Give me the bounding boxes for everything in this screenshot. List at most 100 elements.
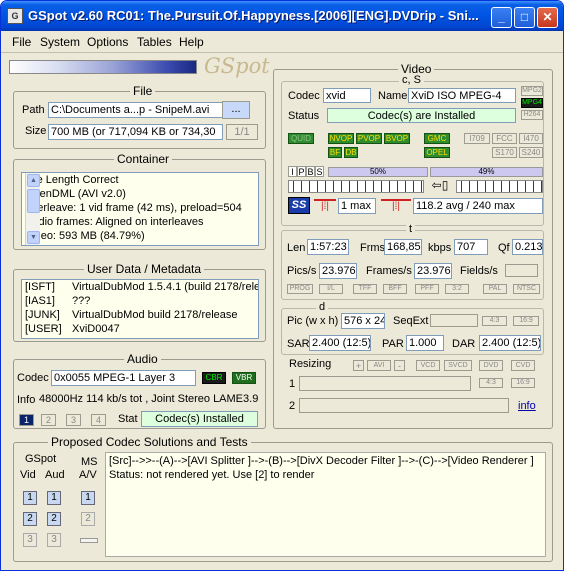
gspot-aud-2-button[interactable]: 2 bbox=[47, 512, 61, 526]
mpg4-button[interactable]: MPG4 bbox=[521, 98, 543, 108]
ms-av-1-button[interactable]: 1 bbox=[81, 491, 95, 505]
timing-subgroup-title: t bbox=[406, 223, 416, 235]
frame-type-s[interactable]: S bbox=[315, 166, 324, 177]
i470-button[interactable]: I470 bbox=[519, 133, 543, 144]
codec-subgroup: c, S Codec xvid Name XviD ISO MPEG-4 MPG… bbox=[281, 74, 544, 226]
gspot-aud-3-button[interactable]: 3 bbox=[47, 533, 61, 547]
frame-type-b[interactable]: B bbox=[306, 166, 315, 177]
userdata-value: XviD0047 bbox=[72, 323, 120, 335]
ar-169-button[interactable]: 16:9 bbox=[513, 316, 539, 326]
page-indicator: 1/1 bbox=[226, 124, 258, 140]
opel-button[interactable]: OPEL bbox=[424, 147, 450, 158]
scroll-arrow-icon[interactable]: ⇦▯ bbox=[426, 179, 454, 193]
pal-flag[interactable]: PAL bbox=[483, 284, 507, 294]
ntsc-flag[interactable]: NTSC bbox=[513, 284, 540, 294]
minimize-button[interactable]: _ bbox=[491, 7, 512, 28]
fcc-button[interactable]: FCC bbox=[492, 133, 517, 144]
gspot-logo: GSpot bbox=[204, 54, 270, 78]
resize-vcd-button[interactable]: VCD bbox=[416, 360, 440, 371]
audio-stat-field: Codec(s) Installed bbox=[141, 411, 258, 427]
pvop-button[interactable]: PVOP bbox=[356, 133, 382, 144]
gspot-vid-2-button[interactable]: 2 bbox=[23, 512, 37, 526]
il-flag[interactable]: I/L bbox=[319, 284, 343, 294]
file-group-title: File bbox=[130, 84, 156, 98]
vid-label: Vid bbox=[20, 469, 36, 481]
resize-43-button[interactable]: 4:3 bbox=[479, 378, 503, 388]
video-codec-field: xvid bbox=[323, 88, 371, 103]
s170-button[interactable]: S170 bbox=[492, 147, 517, 158]
bitrate-graph-icon[interactable]: SS bbox=[288, 197, 310, 214]
menu-system[interactable]: System bbox=[40, 35, 80, 49]
resize-169-button[interactable]: 16:9 bbox=[511, 378, 535, 388]
container-group-title: Container bbox=[114, 152, 173, 166]
solution-line: Status: not rendered yet. Use [2] to ren… bbox=[109, 469, 315, 481]
gspot-vid-1-button[interactable]: 1 bbox=[23, 491, 37, 505]
bf-button[interactable]: BF bbox=[328, 147, 342, 158]
bff-flag[interactable]: BFF bbox=[383, 284, 407, 294]
scroll-up-arrow-icon[interactable]: ▲ bbox=[27, 174, 40, 187]
container-scrollbar[interactable]: ▲ ▼ bbox=[25, 173, 40, 245]
gspot-vid-3-button[interactable]: 3 bbox=[23, 533, 37, 547]
ms-label: MS bbox=[81, 456, 98, 468]
ar-43-button[interactable]: 4:3 bbox=[482, 316, 507, 326]
video-name-label: Name bbox=[378, 90, 408, 102]
qpel-button[interactable]: QUID bbox=[288, 133, 314, 144]
frame-type-i[interactable]: I bbox=[288, 166, 297, 177]
info-link[interactable]: info bbox=[518, 400, 536, 412]
app-icon[interactable]: G bbox=[7, 8, 23, 24]
i709-button[interactable]: I709 bbox=[464, 133, 490, 144]
s240-button[interactable]: S240 bbox=[519, 147, 543, 158]
mpg2-button[interactable]: MPG2 bbox=[521, 86, 543, 96]
vbr-button[interactable]: VBR bbox=[232, 372, 256, 384]
resize-dvd-button[interactable]: DVD bbox=[479, 360, 503, 371]
frames-field: 23.976 bbox=[414, 263, 452, 279]
gmc-button[interactable]: GMC bbox=[424, 133, 450, 144]
sar-label: SAR bbox=[287, 338, 310, 350]
resize-cvd-button[interactable]: CVD bbox=[511, 360, 535, 371]
audio-tab-2[interactable]: 2 bbox=[41, 414, 56, 426]
scroll-thumb[interactable] bbox=[27, 189, 40, 213]
audio-group: Audio Codec 0x0055 MPEG-1 Layer 3 CBR VB… bbox=[13, 352, 266, 429]
pulldown-flag[interactable]: 3:2 bbox=[445, 284, 469, 294]
frame-type-p[interactable]: P bbox=[297, 166, 306, 177]
bvop-button[interactable]: BVOP bbox=[384, 133, 410, 144]
path-label: Path bbox=[22, 104, 45, 116]
menu-file[interactable]: File bbox=[12, 35, 31, 49]
resize-minus-button[interactable]: - bbox=[394, 360, 405, 371]
close-button[interactable]: ✕ bbox=[537, 7, 558, 28]
pff-flag[interactable]: PFF bbox=[415, 284, 439, 294]
scroll-down-arrow-icon[interactable]: ▼ bbox=[27, 231, 40, 244]
title-bar[interactable]: G GSpot v2.60 RC01: The.Pursuit.Of.Happy… bbox=[1, 1, 563, 31]
browse-button[interactable]: ... bbox=[222, 101, 250, 119]
prog-flag[interactable]: PROG bbox=[287, 284, 313, 294]
resize-plus-button[interactable]: + bbox=[353, 360, 364, 371]
menu-help[interactable]: Help bbox=[179, 35, 204, 49]
codec-solutions-output[interactable]: [Src]-->>--(A)-->[AVI Splitter ]-->-(B)-… bbox=[105, 452, 546, 557]
fields-label: Fields/s bbox=[460, 265, 498, 277]
audio-tab-4[interactable]: 4 bbox=[91, 414, 106, 426]
cbr-button[interactable]: CBR bbox=[202, 372, 226, 384]
dimensions-subgroup-title: d bbox=[316, 301, 329, 313]
tff-flag[interactable]: TFF bbox=[353, 284, 377, 294]
userdata-value: ??? bbox=[72, 295, 91, 307]
audio-tab-1[interactable]: 1 bbox=[19, 414, 34, 426]
menu-options[interactable]: Options bbox=[87, 35, 128, 49]
maximize-button[interactable]: □ bbox=[514, 7, 535, 28]
gspot-aud-1-button[interactable]: 1 bbox=[47, 491, 61, 505]
container-info-list[interactable]: File Length Correct OpenDML (AVI v2.0) I… bbox=[21, 172, 259, 246]
db-button[interactable]: DB bbox=[344, 147, 358, 158]
qf-field: 0.213 bbox=[512, 239, 543, 255]
userdata-list[interactable]: [ISFT] VirtualDubMod 1.5.4.1 (build 2178… bbox=[21, 279, 259, 339]
container-line: OpenDML (AVI v2.0) bbox=[25, 188, 126, 200]
menu-tables[interactable]: Tables bbox=[137, 35, 172, 49]
h264-button[interactable]: H264 bbox=[521, 110, 543, 120]
solution-line: [Src]-->>--(A)-->[AVI Splitter ]-->-(B)-… bbox=[109, 455, 534, 467]
resize-svcd-button[interactable]: SVCD bbox=[444, 360, 472, 371]
audio-tab-3[interactable]: 3 bbox=[66, 414, 81, 426]
container-line: Audio frames: Aligned on interleaves bbox=[25, 216, 204, 228]
path-field[interactable]: C:\Documents a...p - SnipeM.avi bbox=[48, 102, 223, 118]
ms-av-2-button[interactable]: 2 bbox=[81, 512, 95, 526]
resize-avi-button[interactable]: AVI bbox=[367, 360, 391, 371]
nvop-button[interactable]: NVOP bbox=[328, 133, 354, 144]
dar-label: DAR bbox=[452, 338, 476, 350]
